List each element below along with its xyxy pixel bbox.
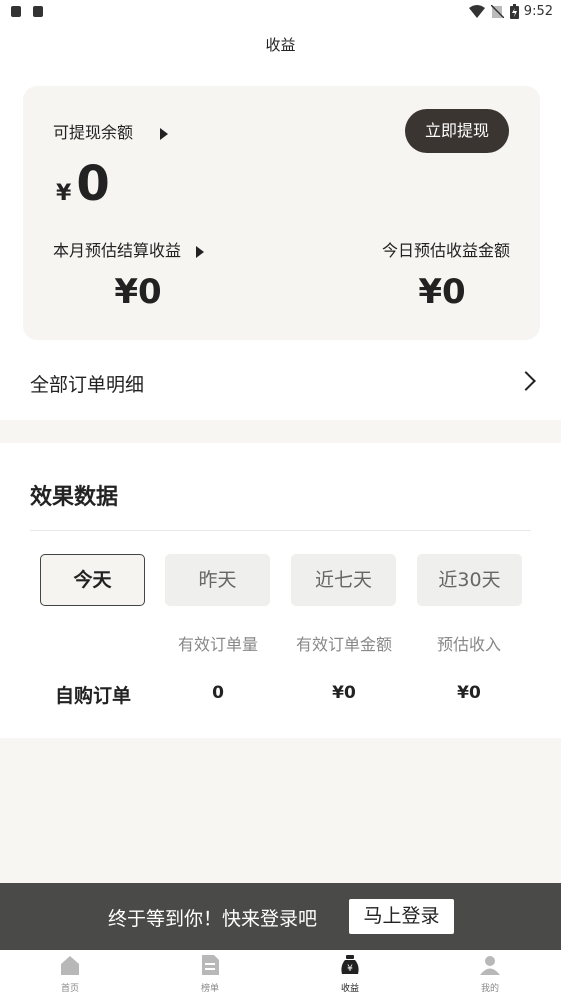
nav-home[interactable]: 首页: [40, 954, 100, 994]
table-cell: ¥0: [332, 683, 356, 703]
withdrawable-label: 可提现余额: [53, 123, 134, 142]
svg-text:¥: ¥: [347, 964, 353, 974]
nav-earnings[interactable]: ¥ 收益: [320, 954, 380, 994]
all-orders-label: 全部订单明细: [30, 374, 145, 396]
triangle-right-icon: [160, 127, 169, 140]
app-notification-icon: [33, 6, 43, 17]
month-estimate-value: ¥0: [114, 272, 162, 312]
table-cell: 0: [212, 683, 224, 703]
withdraw-button[interactable]: 立即提现: [405, 109, 509, 153]
bottom-tab-bar: 首页 榜单 ¥ 收益 我的: [0, 950, 561, 997]
today-estimate-label: 今日预估收益金额: [381, 241, 510, 260]
header: 收益: [0, 24, 561, 64]
column-header: 有效订单量: [177, 635, 258, 654]
column-header: 预估收入: [436, 635, 501, 654]
table-cell: ¥0: [457, 683, 481, 703]
row-label: 自购订单: [54, 685, 131, 707]
section-title: 效果数据: [30, 485, 119, 510]
divider: [30, 530, 531, 531]
nav-ranking[interactable]: 榜单: [180, 954, 240, 994]
banner-text: 终于等到你！快来登录吧: [108, 908, 318, 930]
nav-label: 我的: [480, 984, 499, 994]
withdrawable-value: 0: [76, 156, 110, 212]
nav-profile[interactable]: 我的: [460, 954, 520, 994]
nav-label: 榜单: [200, 984, 219, 994]
wifi-icon: [469, 5, 485, 18]
nav-label: 首页: [60, 984, 79, 994]
today-estimate-value: ¥0: [418, 272, 466, 312]
all-orders-row[interactable]: 全部订单明细: [0, 350, 561, 416]
login-banner: 终于等到你！快来登录吧 马上登录: [0, 883, 561, 950]
page-title: 收益: [265, 36, 296, 54]
withdrawable-amount: ¥ 0: [56, 156, 110, 212]
nav-label: 收益: [340, 984, 359, 994]
battery-icon: [510, 4, 519, 19]
tab-last-7-days[interactable]: 近七天: [291, 554, 396, 606]
tab-last-30-days[interactable]: 近30天: [417, 554, 522, 606]
withdrawable-balance-link[interactable]: 可提现余额: [53, 119, 169, 143]
month-estimate-link[interactable]: 本月预估结算收益: [53, 237, 205, 261]
list-icon: [202, 955, 219, 975]
currency-symbol: ¥: [56, 181, 72, 206]
chevron-right-icon: [516, 371, 536, 391]
home-icon: [61, 956, 79, 975]
status-bar: 9:52: [0, 0, 561, 24]
no-sim-icon: [491, 5, 504, 18]
lock-notification-icon: [11, 6, 21, 17]
login-button[interactable]: 马上登录: [349, 899, 454, 934]
effect-data-section: 效果数据 今天 昨天 近七天 近30天 有效订单量 有效订单金额 预估收入 自购…: [0, 443, 561, 738]
user-icon: [480, 956, 500, 975]
balance-card: 可提现余额 立即提现 ¥ 0 本月预估结算收益 今日预估收益金额 ¥0 ¥0: [23, 86, 540, 340]
triangle-right-icon: [196, 245, 205, 258]
column-header: 有效订单金额: [295, 635, 392, 654]
month-estimate-label: 本月预估结算收益: [53, 241, 182, 260]
tab-today[interactable]: 今天: [40, 554, 145, 606]
money-bag-icon: ¥: [341, 955, 359, 974]
status-time: 9:52: [523, 4, 553, 19]
tab-yesterday[interactable]: 昨天: [165, 554, 270, 606]
